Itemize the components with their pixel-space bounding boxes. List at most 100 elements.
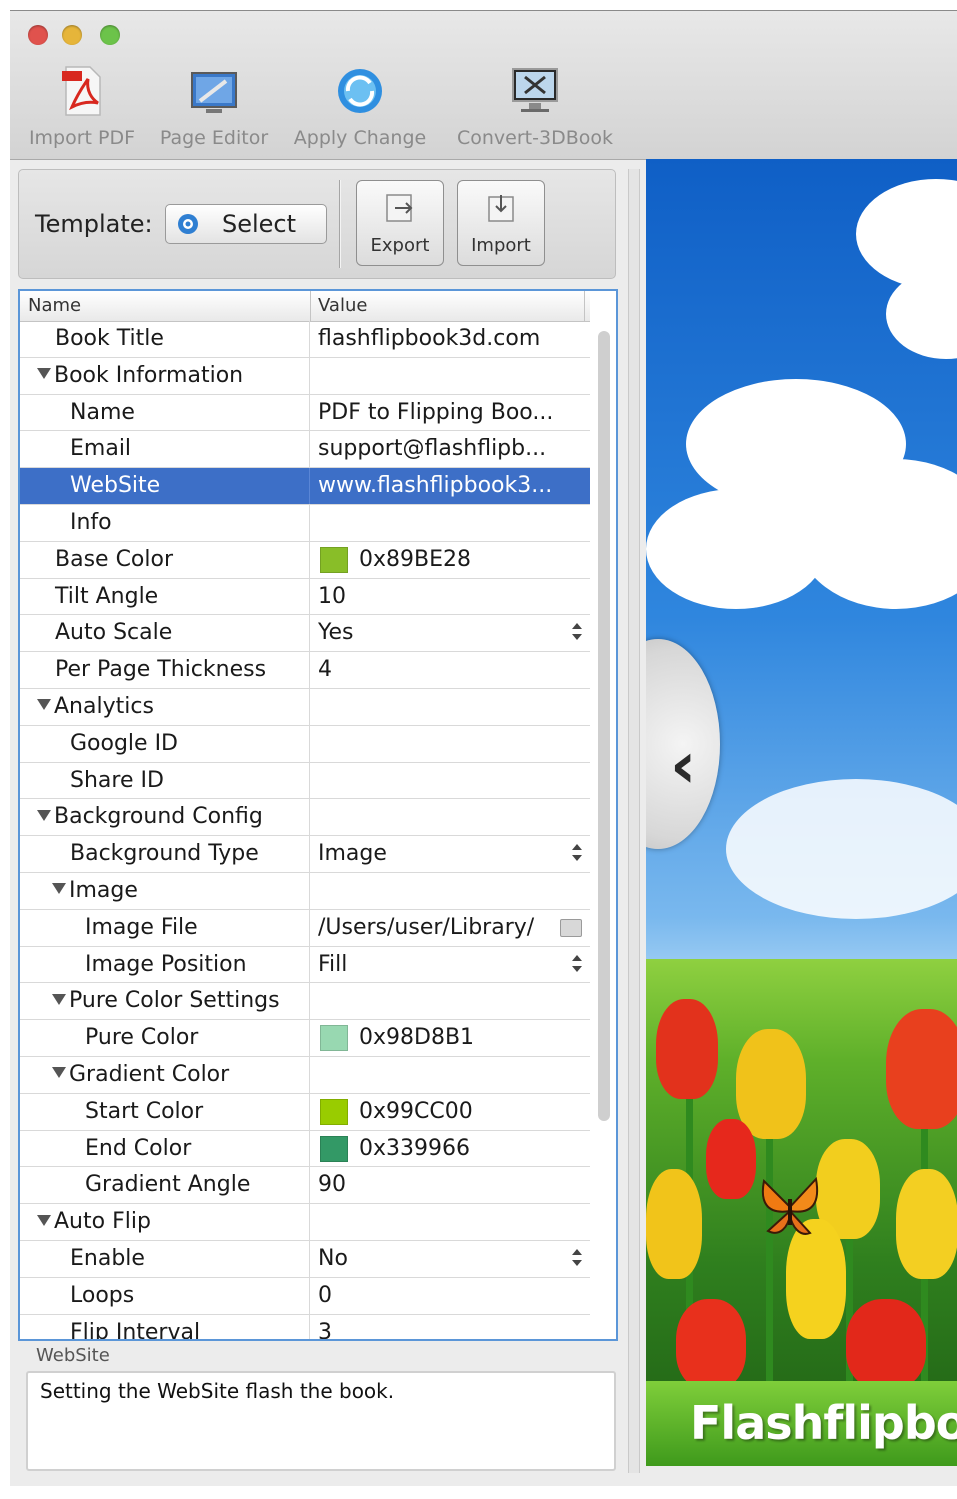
grid-row[interactable]: Book Information xyxy=(20,357,590,395)
select-template-button[interactable]: Select xyxy=(165,204,327,244)
grid-row[interactable]: Image File/Users/user/Library/ xyxy=(20,909,590,947)
property-name-cell: Pure Color Settings xyxy=(20,983,310,1020)
property-name: Gradient Color xyxy=(69,1061,230,1087)
grid-scrollbar[interactable] xyxy=(598,331,610,1121)
folder-icon[interactable] xyxy=(560,918,582,937)
property-name-cell: WebSite xyxy=(20,468,310,504)
gear-icon xyxy=(178,214,198,234)
property-value-cell[interactable] xyxy=(311,873,590,909)
disclosure-triangle-icon[interactable] xyxy=(37,809,51,821)
apply-change-button[interactable]: Apply Change xyxy=(290,63,430,153)
grid-row[interactable]: Google ID xyxy=(20,725,590,763)
color-swatch[interactable] xyxy=(320,1025,348,1052)
grid-row[interactable]: Enable No xyxy=(20,1240,590,1278)
property-value-cell[interactable]: 90 xyxy=(311,1167,590,1203)
zoom-window-button[interactable] xyxy=(100,25,120,45)
grid-row[interactable]: Gradient Angle 90 xyxy=(20,1167,590,1205)
dropdown-arrows-icon[interactable] xyxy=(572,954,582,973)
grid-row[interactable]: Share ID xyxy=(20,762,590,800)
property-value-cell[interactable] xyxy=(311,763,590,799)
property-value-cell[interactable]: www.flashflipbook3... xyxy=(311,468,590,504)
import-pdf-button[interactable]: Import PDF xyxy=(26,63,138,153)
grid-row[interactable]: Email support@flashflipb... xyxy=(20,431,590,469)
property-value-cell[interactable]: 10 xyxy=(311,579,590,615)
select-label: Select xyxy=(222,210,297,238)
disclosure-triangle-icon[interactable] xyxy=(52,1067,66,1079)
property-value-cell[interactable] xyxy=(311,689,590,725)
grid-row[interactable]: Info xyxy=(20,504,590,542)
property-value-cell[interactable] xyxy=(311,505,590,541)
grid-row[interactable]: Loops 0 xyxy=(20,1277,590,1315)
template-label: Template: xyxy=(35,210,153,238)
property-value-cell[interactable]: No xyxy=(311,1241,590,1277)
grid-row[interactable]: Analytics xyxy=(20,688,590,726)
disclosure-triangle-icon[interactable] xyxy=(37,699,51,711)
property-value-cell[interactable]: /Users/user/Library/ xyxy=(311,910,590,946)
property-value-cell[interactable] xyxy=(311,1057,590,1093)
grid-row[interactable]: Gradient Color xyxy=(20,1056,590,1094)
convert-3dbook-button[interactable]: Convert-3DBook xyxy=(450,63,620,153)
grid-row[interactable]: Image Position Fill xyxy=(20,946,590,984)
grid-row[interactable]: End Color 0x339966 xyxy=(20,1130,590,1168)
property-name-cell: Auto Flip xyxy=(20,1204,310,1240)
property-value-cell[interactable]: 4 xyxy=(311,652,590,688)
dropdown-arrows-icon[interactable] xyxy=(572,1248,582,1267)
grid-row[interactable]: Start Color 0x99CC00 xyxy=(20,1093,590,1131)
value-column-header[interactable]: Value xyxy=(318,295,367,316)
grid-row[interactable]: Flip Interval 3 xyxy=(20,1314,590,1339)
property-value-cell[interactable] xyxy=(311,358,590,394)
property-value-cell[interactable] xyxy=(311,799,590,835)
export-button[interactable]: Export xyxy=(356,180,444,266)
property-value-cell[interactable]: Image xyxy=(311,836,590,872)
grid-row[interactable]: Pure Color 0x98D8B1 xyxy=(20,1020,590,1057)
property-value-cell[interactable]: 0 xyxy=(311,1278,590,1314)
grid-row[interactable]: Name PDF to Flipping Boo... xyxy=(20,394,590,432)
color-swatch[interactable] xyxy=(320,1135,348,1162)
grid-row[interactable]: Pure Color Settings xyxy=(20,983,590,1021)
property-value-cell[interactable]: flashflipbook3d.com xyxy=(311,321,590,357)
property-name: Per Page Thickness xyxy=(55,657,267,683)
property-value-cell[interactable]: 0x339966 xyxy=(311,1131,590,1167)
close-window-button[interactable] xyxy=(28,25,48,45)
pdf-file-icon xyxy=(62,66,101,116)
color-swatch[interactable] xyxy=(320,1098,348,1125)
property-name: WebSite xyxy=(70,473,161,499)
minimize-window-button[interactable] xyxy=(62,25,82,45)
grid-row[interactable]: Background Type Image xyxy=(20,836,590,873)
grid-row[interactable]: Book Title flashflipbook3d.com xyxy=(20,321,590,358)
property-value-cell[interactable] xyxy=(311,726,590,762)
grid-row[interactable]: Per Page Thickness 4 xyxy=(20,652,590,689)
grid-row[interactable]: Image xyxy=(20,872,590,910)
property-value-cell[interactable]: 0x98D8B1 xyxy=(311,1020,590,1056)
panel-splitter[interactable] xyxy=(628,169,640,1473)
grid-row[interactable]: Base Color 0x89BE28 xyxy=(20,541,590,579)
grid-row[interactable]: Background Config xyxy=(20,799,590,837)
page-editor-button[interactable]: Page Editor xyxy=(156,63,272,153)
property-value-cell[interactable]: 0x99CC00 xyxy=(311,1094,590,1130)
property-name: Background Type xyxy=(70,841,259,867)
disclosure-triangle-icon[interactable] xyxy=(52,883,66,895)
property-value-cell[interactable]: support@flashflipb... xyxy=(311,431,590,467)
dropdown-arrows-icon[interactable] xyxy=(572,623,582,641)
property-value: 0x339966 xyxy=(359,1135,470,1161)
property-value-cell[interactable]: 0x89BE28 xyxy=(311,542,590,578)
grid-row[interactable]: Auto Scale Yes xyxy=(20,615,590,653)
property-value-cell[interactable]: Yes xyxy=(311,615,590,651)
property-value-cell[interactable]: Fill xyxy=(311,947,590,983)
grid-row[interactable]: WebSite www.flashflipbook3... xyxy=(20,468,590,505)
import-button[interactable]: Import xyxy=(457,180,545,266)
column-divider[interactable] xyxy=(310,291,311,321)
property-value-cell[interactable] xyxy=(311,983,590,1019)
property-value-cell[interactable]: PDF to Flipping Boo... xyxy=(311,395,590,431)
color-swatch[interactable] xyxy=(320,546,348,573)
name-column-header[interactable]: Name xyxy=(28,295,81,316)
property-value-cell[interactable]: 3 xyxy=(311,1315,590,1339)
disclosure-triangle-icon[interactable] xyxy=(37,368,51,380)
disclosure-triangle-icon[interactable] xyxy=(37,1214,51,1226)
grid-row[interactable]: Auto Flip xyxy=(20,1204,590,1241)
disclosure-triangle-icon[interactable] xyxy=(52,993,66,1005)
grid-row[interactable]: Tilt Angle 10 xyxy=(20,578,590,616)
apply-change-label: Apply Change xyxy=(293,127,427,149)
dropdown-arrows-icon[interactable] xyxy=(572,844,582,862)
property-value-cell[interactable] xyxy=(311,1204,590,1240)
